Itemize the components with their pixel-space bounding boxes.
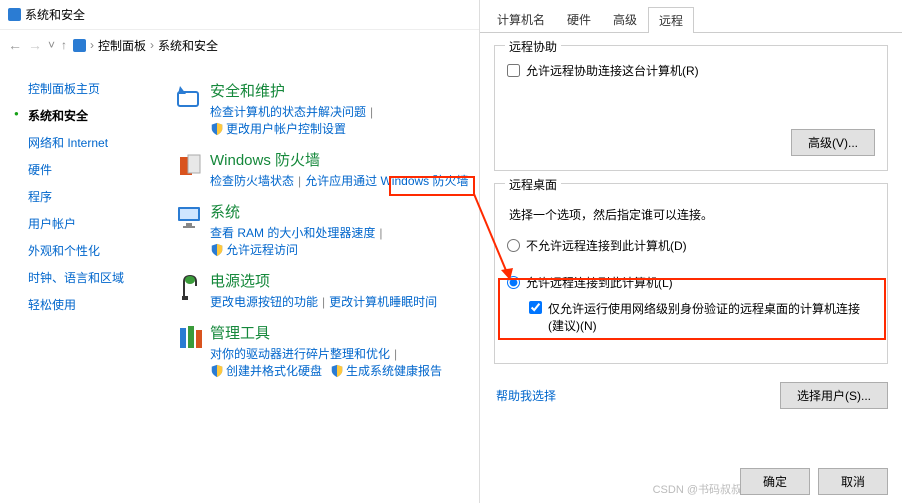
radio-allow[interactable]: 允许远程连接到此计算机(L) bbox=[507, 274, 871, 291]
category-link[interactable]: 更改计算机睡眠时间 bbox=[329, 293, 437, 310]
radio-disallow[interactable]: 不允许远程连接到此计算机(D) bbox=[507, 237, 875, 254]
category-link[interactable]: 更改电源按钮的功能 bbox=[210, 293, 318, 310]
nav-bar: ← → ˅ ↑ › 控制面板 › 系统和安全 bbox=[0, 30, 479, 60]
separator: | bbox=[370, 105, 373, 119]
window-title: 系统和安全 bbox=[25, 6, 85, 23]
checkbox-input[interactable] bbox=[507, 64, 520, 77]
category-title[interactable]: Windows 防火墙 bbox=[210, 149, 471, 170]
control-panel-window: 系统和安全 ← → ˅ ↑ › 控制面板 › 系统和安全 控制面板主页系统和安全… bbox=[0, 0, 480, 503]
category-link[interactable]: 创建并格式化硬盘 bbox=[210, 362, 322, 379]
breadcrumb-current[interactable]: 系统和安全 bbox=[158, 37, 218, 54]
remote-desktop-group: 远程桌面 选择一个选项，然后指定谁可以连接。 不允许远程连接到此计算机(D) 允… bbox=[494, 183, 888, 364]
checkbox-label: 允许远程协助连接这台计算机(R) bbox=[526, 62, 699, 79]
category-link[interactable]: 更改用户帐户控制设置 bbox=[210, 120, 346, 137]
up-arrow-button[interactable]: ↑ bbox=[61, 38, 67, 52]
category-row: 系统查看 RAM 的大小和处理器速度 | 允许远程访问 bbox=[170, 201, 471, 258]
category-link[interactable]: 生成系统健康报告 bbox=[330, 362, 442, 379]
sidebar-item[interactable]: 系统和安全 bbox=[28, 107, 170, 124]
category-link[interactable]: 允许应用通过 Windows 防火墙 bbox=[305, 172, 468, 189]
up-button[interactable]: ˅ bbox=[48, 38, 55, 52]
system-properties-dialog: 计算机名硬件高级远程 远程协助 允许远程协助连接这台计算机(R) 高级(V)..… bbox=[480, 0, 902, 503]
tab[interactable]: 计算机名 bbox=[486, 6, 556, 32]
category-icon bbox=[170, 80, 210, 114]
help-link[interactable]: 帮助我选择 bbox=[496, 387, 556, 404]
window-titlebar: 系统和安全 bbox=[0, 0, 479, 30]
category-link[interactable]: 检查计算机的状态并解决问题 bbox=[210, 103, 366, 120]
breadcrumb[interactable]: › 控制面板 › 系统和安全 bbox=[73, 37, 218, 54]
separator: | bbox=[322, 295, 325, 309]
category-link[interactable]: 对你的驱动器进行碎片整理和优化 bbox=[210, 345, 390, 362]
group-description: 选择一个选项，然后指定谁可以连接。 bbox=[509, 206, 875, 223]
category-icon bbox=[170, 201, 210, 235]
ok-button[interactable]: 确定 bbox=[740, 468, 810, 495]
radio-label: 允许远程连接到此计算机(L) bbox=[526, 274, 673, 291]
category-row: 电源选项更改电源按钮的功能 | 更改计算机睡眠时间 bbox=[170, 270, 471, 310]
sidebar-item[interactable]: 时钟、语言和区域 bbox=[28, 269, 170, 286]
sidebar-item[interactable]: 程序 bbox=[28, 188, 170, 205]
separator: | bbox=[379, 226, 382, 240]
category-link[interactable]: 允许远程访问 bbox=[210, 241, 298, 258]
sidebar: 控制面板主页系统和安全网络和 Internet 硬件程序用户帐户外观和个性化时钟、… bbox=[0, 80, 170, 391]
category-link[interactable]: 检查防火墙状态 bbox=[210, 172, 294, 189]
cancel-button[interactable]: 取消 bbox=[818, 468, 888, 495]
category-icon bbox=[170, 322, 210, 356]
forward-button: → bbox=[28, 37, 42, 53]
category-row: Windows 防火墙检查防火墙状态 | 允许应用通过 Windows 防火墙 bbox=[170, 149, 471, 189]
security-icon bbox=[8, 8, 21, 21]
sidebar-item[interactable]: 硬件 bbox=[28, 161, 170, 178]
breadcrumb-root[interactable]: 控制面板 bbox=[98, 37, 146, 54]
tab-strip: 计算机名硬件高级远程 bbox=[480, 0, 902, 33]
tab[interactable]: 硬件 bbox=[556, 6, 602, 32]
separator: | bbox=[298, 174, 301, 188]
radio-input[interactable] bbox=[507, 276, 520, 289]
tab[interactable]: 远程 bbox=[648, 7, 694, 33]
select-users-button[interactable]: 选择用户(S)... bbox=[780, 382, 888, 409]
group-title: 远程桌面 bbox=[505, 176, 561, 193]
back-button[interactable]: ← bbox=[8, 37, 22, 53]
main-categories: 安全和维护检查计算机的状态并解决问题 | 更改用户帐户控制设置 Windows 防火墙… bbox=[170, 80, 479, 391]
sidebar-item[interactable]: 用户帐户 bbox=[28, 215, 170, 232]
tab[interactable]: 高级 bbox=[602, 6, 648, 32]
allow-remote-assistance-checkbox[interactable]: 允许远程协助连接这台计算机(R) bbox=[507, 62, 875, 79]
category-row: 管理工具对你的驱动器进行碎片整理和优化 | 创建并格式化硬盘生成系统健康报告 bbox=[170, 322, 471, 379]
sidebar-item[interactable]: 外观和个性化 bbox=[28, 242, 170, 259]
category-row: 安全和维护检查计算机的状态并解决问题 | 更改用户帐户控制设置 bbox=[170, 80, 471, 137]
separator: | bbox=[394, 347, 397, 361]
watermark: CSDN @书码叔叔 bbox=[653, 481, 742, 497]
category-title[interactable]: 系统 bbox=[210, 201, 471, 222]
dialog-footer: 确定 取消 bbox=[740, 468, 888, 495]
sidebar-item[interactable]: 网络和 Internet bbox=[28, 134, 170, 151]
radio-input[interactable] bbox=[507, 239, 520, 252]
checkbox-input[interactable] bbox=[529, 301, 542, 314]
checkbox-label: 仅允许运行使用网络级别身份验证的远程桌面的计算机连接(建议)(N) bbox=[548, 301, 871, 335]
category-icon bbox=[170, 149, 210, 183]
category-icon bbox=[170, 270, 210, 304]
category-title[interactable]: 电源选项 bbox=[210, 270, 471, 291]
advanced-button[interactable]: 高级(V)... bbox=[791, 129, 875, 156]
category-title[interactable]: 安全和维护 bbox=[210, 80, 471, 101]
sidebar-item[interactable]: 轻松使用 bbox=[28, 296, 170, 313]
sidebar-item[interactable]: 控制面板主页 bbox=[28, 80, 170, 97]
group-title: 远程协助 bbox=[505, 38, 561, 55]
radio-label: 不允许远程连接到此计算机(D) bbox=[526, 237, 687, 254]
nla-checkbox[interactable]: 仅允许运行使用网络级别身份验证的远程桌面的计算机连接(建议)(N) bbox=[529, 301, 871, 335]
remote-assistance-group: 远程协助 允许远程协助连接这台计算机(R) 高级(V)... bbox=[494, 45, 888, 171]
breadcrumb-icon bbox=[73, 39, 86, 52]
category-link[interactable]: 查看 RAM 的大小和处理器速度 bbox=[210, 224, 375, 241]
category-title[interactable]: 管理工具 bbox=[210, 322, 471, 343]
